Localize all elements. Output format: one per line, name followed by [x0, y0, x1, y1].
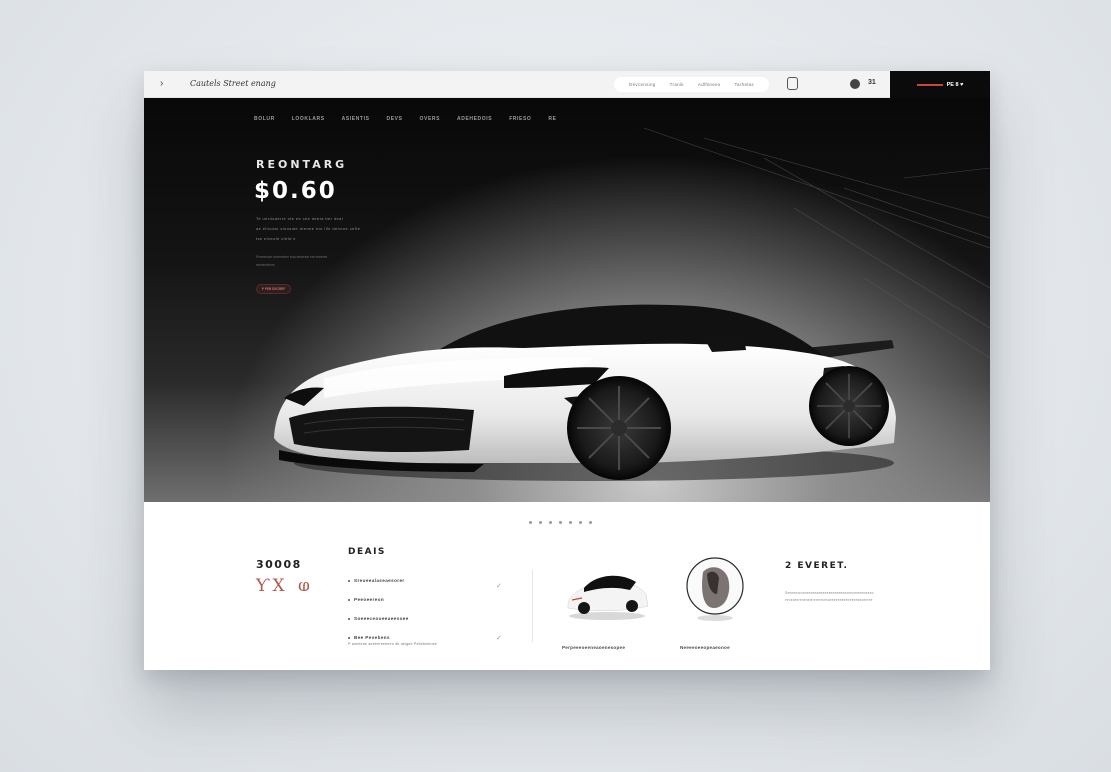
chevron-right-icon[interactable]: ›: [160, 78, 163, 89]
deal-note: P aoeeeae aeeeereeeneo db deigee Pellebe…: [348, 642, 438, 646]
hero-nav-item-4[interactable]: DEVS: [387, 116, 403, 122]
divider: [532, 570, 533, 642]
product-helmet-thumbnail[interactable]: [684, 554, 746, 624]
top-cta-label: PE 8 ♥: [946, 81, 964, 88]
deals-list: Sreueealaseaesorer Peeoeereon Soeeeceoue…: [348, 571, 508, 647]
carousel-dot[interactable]: [529, 521, 532, 524]
browser-window: › Cautels Street enang Devcensing Tranik…: [144, 71, 990, 670]
product-1-caption[interactable]: Perpeeeoeeneaoenesopee: [562, 645, 625, 650]
hero-kicker: REONTARG: [256, 158, 348, 171]
hero-text-line: Te uerdoaerre ote ee cee deeta ber deal: [256, 216, 343, 221]
top-tab-1[interactable]: Devcensing: [629, 82, 656, 87]
bullet-icon: [348, 636, 350, 639]
accent-bar: [916, 83, 943, 86]
brand-name[interactable]: Cautels Street enang: [190, 79, 276, 88]
hero-nav-item-3[interactable]: ASIENTIS: [342, 116, 370, 122]
deal-label: Peeoeereon: [354, 597, 385, 602]
deal-item[interactable]: Peeoeereon: [348, 590, 508, 609]
hero-nav-item-2[interactable]: LOOKLARS: [292, 116, 325, 122]
carousel-dot[interactable]: [549, 521, 552, 524]
top-tabs: Devcensing Tranik Adlfsnees Tarhelas: [614, 77, 769, 92]
deal-item[interactable]: Soeeeceoueeaeesoee: [348, 609, 508, 628]
check-icon[interactable]: ✓: [496, 582, 502, 590]
top-bar: › Cautels Street enang Devcensing Tranik…: [144, 71, 990, 98]
top-tab-4[interactable]: Tarhelas: [735, 82, 754, 87]
carousel-dot[interactable]: [569, 521, 572, 524]
carousel-dot[interactable]: [539, 521, 542, 524]
deal-label: Soeeeceoueeaeesoee: [354, 616, 409, 621]
deal-item[interactable]: Sreueealaseaesorer: [348, 571, 508, 590]
carousel-dot[interactable]: [579, 521, 582, 524]
hero-section: BOLUR LOOKLARS ASIENTIS DEVS OVERS ADEHE…: [144, 98, 990, 502]
events-text: Seeeeeoeoeeeeeeseeeeeeeeeeeeeeeoeeoeeeee…: [785, 590, 907, 604]
hero-nav-item-8[interactable]: RE: [548, 116, 556, 122]
hero-nav: BOLUR LOOKLARS ASIENTIS DEVS OVERS ADEHE…: [254, 116, 557, 122]
hero-nav-item-7[interactable]: FRIESO: [509, 116, 531, 122]
bottom-section: 30008 ƳX ⱷ DEAIS Sreueealaseaesorer Peeo…: [144, 502, 990, 670]
events-line: eeceoeerenenelerereresesoeeeeeeeeelreeee…: [785, 598, 873, 602]
bag-icon[interactable]: [787, 77, 798, 90]
product-2-caption[interactable]: Neeeeoeeopeaeonoe: [680, 645, 730, 650]
carousel-dot[interactable]: [559, 521, 562, 524]
deal-label: Sreueealaseaesorer: [354, 578, 405, 583]
deals-title: DEAIS: [348, 547, 386, 557]
hero-nav-item-6[interactable]: ADEHEDOIS: [457, 116, 492, 122]
carousel-dots: [529, 521, 592, 524]
hero-nav-item-1[interactable]: BOLUR: [254, 116, 275, 122]
user-icon[interactable]: [850, 79, 860, 89]
hero-nav-item-5[interactable]: OVERS: [420, 116, 441, 122]
check-icon[interactable]: ✓: [496, 634, 502, 642]
top-tab-3[interactable]: Adlfsnees: [698, 82, 720, 87]
bullet-icon: [348, 617, 350, 620]
carousel-dot[interactable]: [589, 521, 592, 524]
hero-price: $0.60: [254, 178, 337, 204]
stat-number: 30008: [256, 558, 302, 571]
events-line: Seeeeeoeoeeeeeeseeeeeeeeeeeeeeeoeeoeeeee…: [785, 591, 874, 595]
deal-label: Bee Pesebens: [354, 635, 390, 640]
top-tab-2[interactable]: Tranik: [670, 82, 684, 87]
top-cta-button[interactable]: PE 8 ♥: [890, 71, 990, 98]
bullet-icon: [348, 598, 350, 601]
stat-signature: ƳX ⱷ: [256, 576, 314, 596]
bullet-icon: [348, 579, 350, 582]
events-title: 2 EVERET.: [785, 561, 849, 571]
sports-car-image: [274, 304, 896, 481]
product-car-thumbnail[interactable]: [562, 560, 652, 622]
cart-count: 31: [868, 79, 876, 86]
